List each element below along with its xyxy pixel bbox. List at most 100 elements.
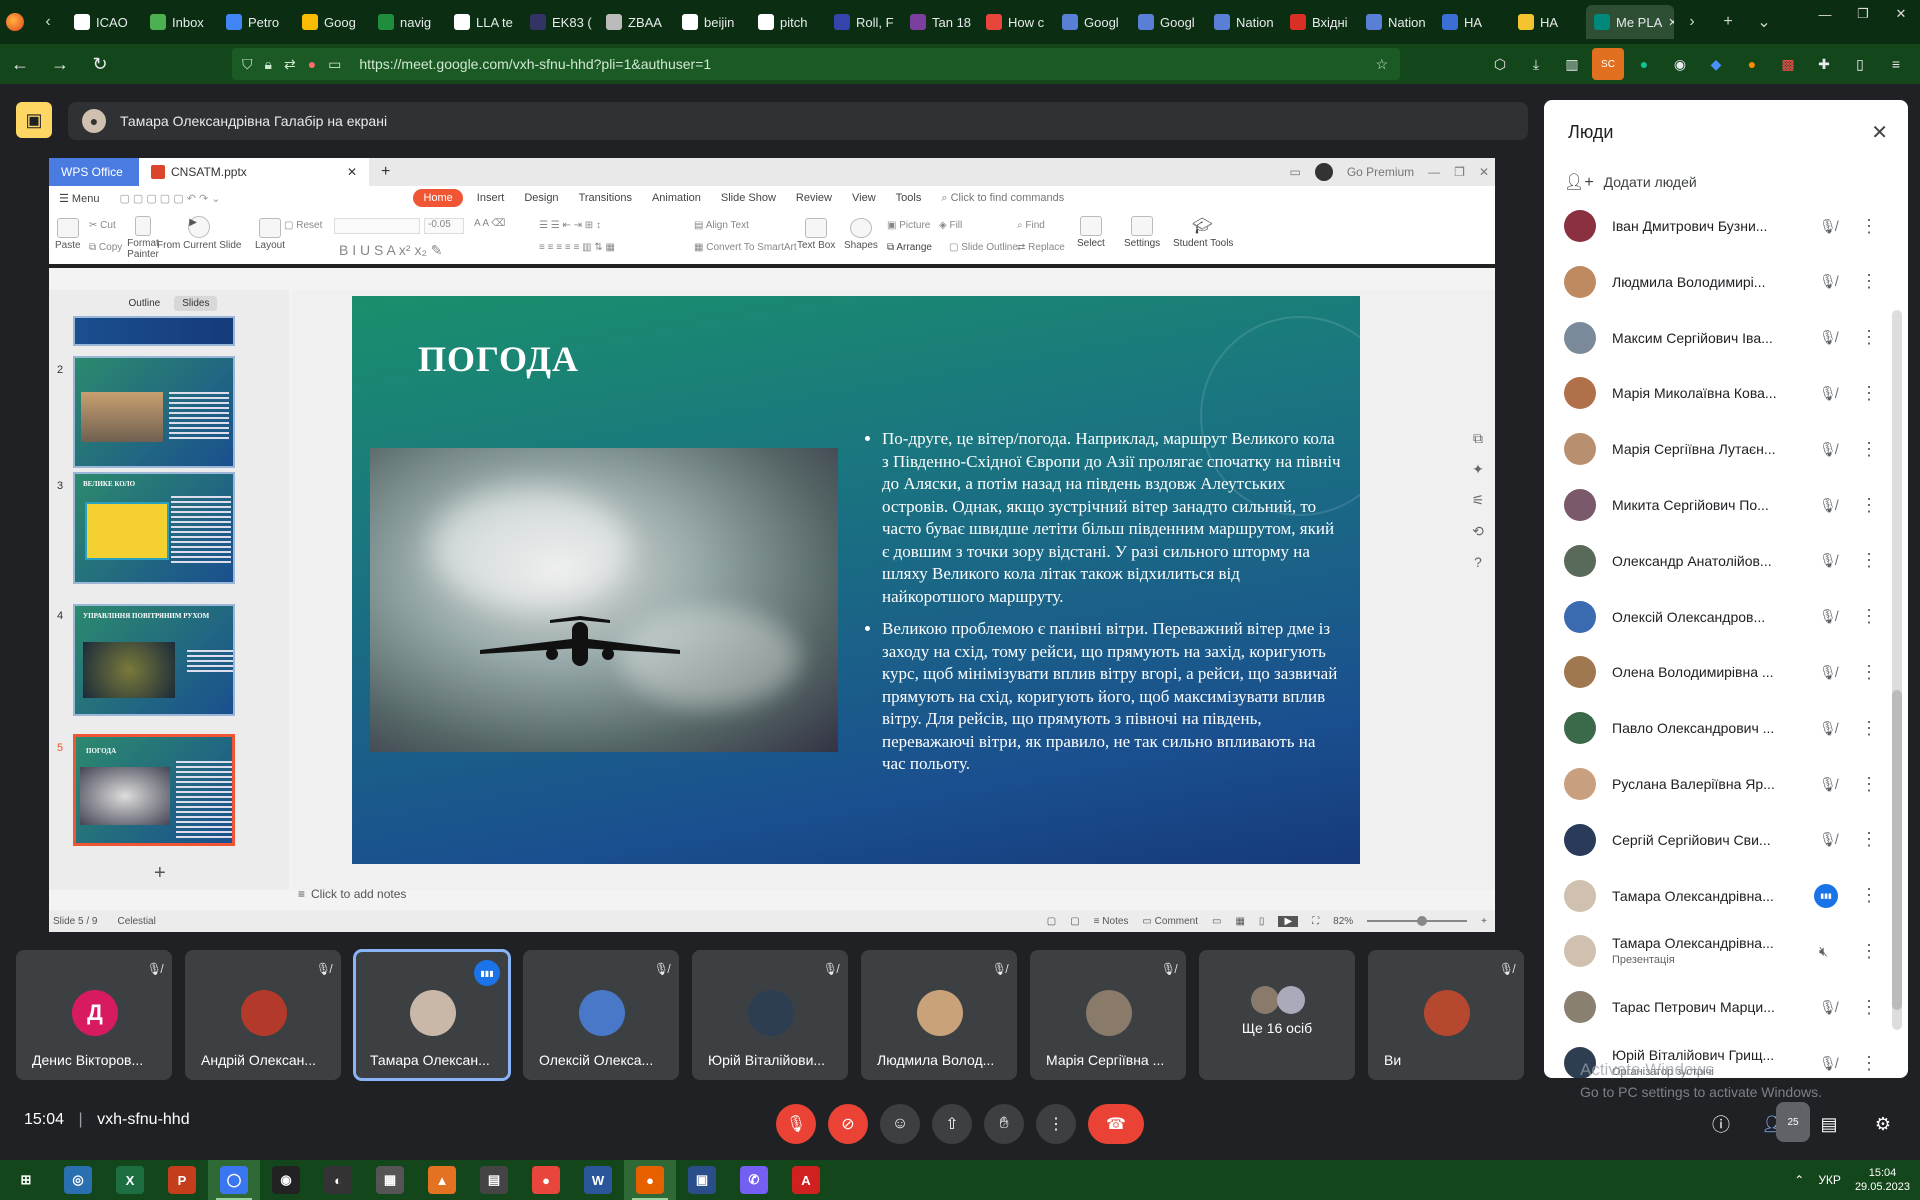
taskbar-app-start[interactable]: ⊞ bbox=[0, 1160, 52, 1200]
participant-row[interactable]: Олена Володимирівна ... 🎙︎̸ ⋮ bbox=[1544, 644, 1890, 700]
notes-area[interactable]: ≡ Click to add notes bbox=[292, 880, 1412, 908]
more-options-icon[interactable]: ⋮ bbox=[1860, 829, 1878, 850]
airplane-storm-photo[interactable] bbox=[370, 448, 838, 752]
more-options-icon[interactable]: ⋮ bbox=[1860, 1053, 1878, 1074]
participant-row[interactable]: Максим Сергійович Іва... 🎙︎̸ ⋮ bbox=[1544, 310, 1890, 366]
mic-off-icon[interactable]: 🎙︎̸ bbox=[1819, 329, 1837, 346]
comment-toggle[interactable]: ▭ Comment bbox=[1142, 916, 1198, 927]
tab-slides[interactable]: Slides bbox=[174, 295, 218, 311]
url-bar[interactable]: ⛉ 🔒︎ ⇄ ● ▭ https://meet.google.com/vxh-s… bbox=[232, 48, 1400, 80]
more-options-icon[interactable]: ⋮ bbox=[1860, 271, 1878, 292]
participant-row[interactable]: Марія Сергіївна Лутаєн... 🎙︎̸ ⋮ bbox=[1544, 421, 1890, 477]
shield-icon[interactable]: ⛉ bbox=[242, 56, 253, 73]
menu-tools[interactable]: Tools bbox=[886, 189, 932, 207]
mic-off-icon[interactable]: 🎙︎̸ bbox=[1819, 999, 1837, 1016]
reactions-button[interactable]: ☺ bbox=[880, 1104, 920, 1144]
chat-icon[interactable]: ▤ bbox=[1812, 1104, 1846, 1144]
participant-tile[interactable]: 🎙︎̸ Олексій Олекса... bbox=[523, 950, 679, 1080]
browser-tab[interactable]: Googl bbox=[1054, 5, 1130, 39]
browser-tab[interactable]: How c bbox=[978, 5, 1054, 39]
meeting-info-icon[interactable]: ⓘ bbox=[1704, 1104, 1738, 1144]
menu-slide-show[interactable]: Slide Show bbox=[711, 189, 786, 207]
extensions-puzzle-icon[interactable]: ✚ bbox=[1808, 48, 1840, 80]
play-slideshow-icon[interactable]: ▶ bbox=[1278, 915, 1299, 927]
permissions-icon[interactable]: ⇄ bbox=[284, 56, 296, 73]
slide-thumbnail-3[interactable]: ВЕЛИКЕ КОЛО bbox=[73, 472, 235, 584]
status-icon[interactable]: ▢ bbox=[1070, 916, 1079, 927]
mic-off-icon[interactable]: 🎙︎̸ bbox=[1819, 664, 1837, 681]
browser-tab[interactable]: Goog bbox=[294, 5, 370, 39]
browser-tab[interactable]: Inbox bbox=[142, 5, 218, 39]
rail-copy-icon[interactable]: ⧉ bbox=[1473, 430, 1483, 447]
participant-row[interactable]: Сергій Сергійович Сви... 🎙︎̸ ⋮ bbox=[1544, 812, 1890, 868]
add-slide-icon[interactable]: + bbox=[154, 862, 166, 885]
mic-off-icon[interactable]: 🎙︎̸ bbox=[1819, 608, 1837, 625]
menu-button[interactable]: ☰ Menu bbox=[49, 189, 109, 208]
more-options-icon[interactable]: ⋮ bbox=[1860, 327, 1878, 348]
reload-icon[interactable]: ↻ bbox=[80, 44, 120, 84]
participant-tile[interactable]: 🎙︎̸ Ви bbox=[1368, 950, 1524, 1080]
taskbar-app-camera[interactable]: ◉ bbox=[260, 1160, 312, 1200]
volume-off-icon[interactable]: 🔇︎ bbox=[1819, 943, 1828, 960]
menu-hamburger-icon[interactable]: ≡ bbox=[1880, 48, 1912, 80]
reading-view-icon[interactable]: ▯ bbox=[1259, 916, 1265, 927]
rail-history-icon[interactable]: ⟲ bbox=[1472, 523, 1484, 540]
select-button[interactable]: Select bbox=[1077, 216, 1105, 249]
student-tools-button[interactable]: 🎓︎ Student Tools bbox=[1173, 216, 1233, 249]
participant-row[interactable]: Марія Миколаївна Кова... 🎙︎̸ ⋮ bbox=[1544, 365, 1890, 421]
extension-white-icon[interactable]: ▯ bbox=[1844, 48, 1876, 80]
camera-off-button[interactable]: ⊘ bbox=[828, 1104, 868, 1144]
more-options-icon[interactable]: ⋮ bbox=[1860, 383, 1878, 404]
notes-toggle[interactable]: ≡ Notes bbox=[1094, 916, 1129, 927]
wps-restore-icon[interactable]: ❐ bbox=[1454, 165, 1465, 179]
replace-button[interactable]: ⇄ Replace bbox=[1017, 242, 1065, 253]
participant-row[interactable]: Людмила Володимирі... 🎙︎̸ ⋮ bbox=[1544, 254, 1890, 310]
layout-icon[interactable]: ▭ bbox=[1289, 165, 1300, 179]
more-options-icon[interactable]: ⋮ bbox=[1860, 550, 1878, 571]
taskbar-app-save[interactable]: ▣ bbox=[676, 1160, 728, 1200]
wps-close-icon[interactable]: ✕ bbox=[1479, 165, 1489, 179]
add-people-button[interactable]: 👤︎+ Додати людей bbox=[1564, 172, 1697, 192]
font-grow-icons[interactable]: A A ⌫ bbox=[474, 218, 505, 229]
mic-off-icon[interactable]: 🎙︎̸ bbox=[1819, 497, 1837, 514]
participant-row[interactable]: Олександр Анатолійов... 🎙︎̸ ⋮ bbox=[1544, 533, 1890, 589]
zoom-slider[interactable] bbox=[1367, 916, 1468, 926]
mic-off-icon[interactable]: 🎙︎̸ bbox=[1819, 273, 1837, 290]
browser-tab[interactable]: LLA te bbox=[446, 5, 522, 39]
tab-scroll-right-icon[interactable]: › bbox=[1674, 4, 1710, 40]
browser-tab[interactable]: beijin bbox=[674, 5, 750, 39]
menu-insert[interactable]: Insert bbox=[467, 189, 515, 207]
participant-tile[interactable]: 🎙︎̸ Юрій Віталійови... bbox=[692, 950, 848, 1080]
participant-row[interactable]: Тамара Олександрівна... ▮▮▮ ⋮ bbox=[1544, 868, 1890, 924]
settings-button[interactable]: Settings bbox=[1124, 216, 1160, 249]
mic-off-icon[interactable]: 🎙︎̸ bbox=[1819, 776, 1837, 793]
taskbar-app-acrobat[interactable]: A bbox=[780, 1160, 832, 1200]
extension-sc-icon[interactable]: SC bbox=[1592, 48, 1624, 80]
participant-row[interactable]: Павло Олександрович ... 🎙︎̸ ⋮ bbox=[1544, 700, 1890, 756]
browser-tab[interactable]: EK83 ( bbox=[522, 5, 598, 39]
browser-tab[interactable]: ZBAA bbox=[598, 5, 674, 39]
cut-button[interactable]: ✂ Cut bbox=[89, 220, 116, 231]
taskbar-app-powerpoint[interactable]: P bbox=[156, 1160, 208, 1200]
mic-off-icon[interactable]: 🎙︎̸ bbox=[1819, 831, 1837, 848]
taskbar-app-matlab[interactable]: ▲ bbox=[416, 1160, 468, 1200]
more-options-icon[interactable]: ⋮ bbox=[1860, 439, 1878, 460]
menu-design[interactable]: Design bbox=[514, 189, 568, 207]
mic-off-button[interactable]: 🎙︎ bbox=[776, 1104, 816, 1144]
extension-grammarly-icon[interactable]: ● bbox=[1628, 48, 1660, 80]
quick-access-icons[interactable]: ▢ ▢ ▢ ▢ ▢ ↶ ↷ ⌄ bbox=[109, 189, 409, 208]
restore-icon[interactable]: ❐ bbox=[1844, 0, 1882, 28]
participant-tile[interactable]: Д 🎙︎̸ Денис Вікторов... bbox=[16, 950, 172, 1080]
find-button[interactable]: ⌕ Find bbox=[1017, 220, 1045, 231]
participant-tile[interactable]: 🎙︎̸ Людмила Волод... bbox=[861, 950, 1017, 1080]
more-options-icon[interactable]: ⋮ bbox=[1860, 885, 1878, 906]
reset-button[interactable]: ▢ Reset bbox=[284, 220, 322, 231]
downloads-icon[interactable]: ⤓ bbox=[1520, 48, 1552, 80]
browser-tab[interactable]: Petro bbox=[218, 5, 294, 39]
tray-clock[interactable]: 15:04 29.05.2023 bbox=[1855, 1166, 1910, 1194]
menu-view[interactable]: View bbox=[842, 189, 886, 207]
leave-call-button[interactable]: ☎︎ bbox=[1088, 1104, 1144, 1144]
fill-button[interactable]: ◈ Fill bbox=[939, 220, 962, 231]
browser-tab[interactable]: НА bbox=[1434, 5, 1510, 39]
browser-tab[interactable]: НА bbox=[1510, 5, 1586, 39]
